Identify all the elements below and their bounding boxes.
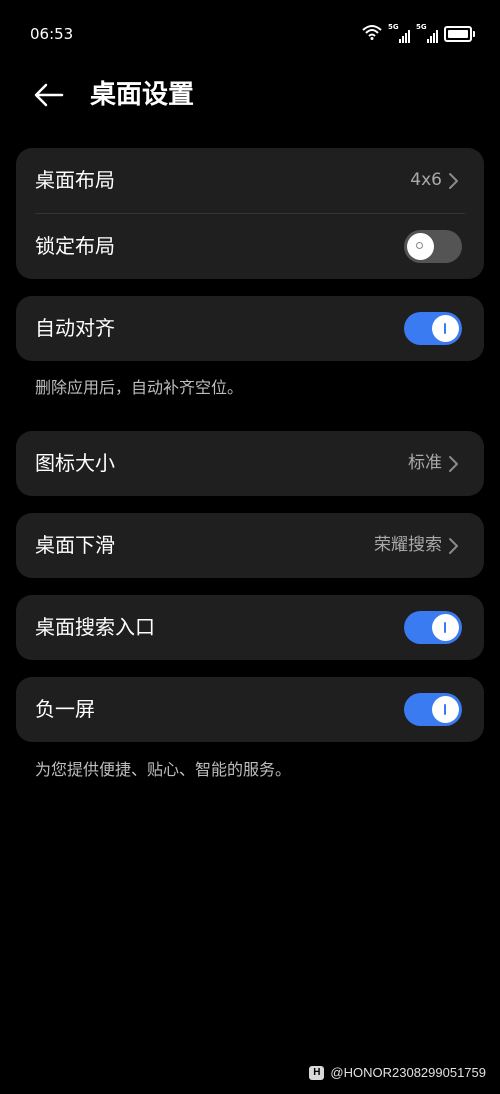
search-entry-row: 桌面搜索入口 <box>16 595 484 660</box>
lock-layout-label: 锁定布局 <box>35 234 115 258</box>
swipe-down-value: 荣耀搜索 <box>374 535 442 555</box>
watermark: H @HONOR2308299051759 <box>309 1065 486 1080</box>
desktop-layout-value: 4x6 <box>410 170 442 190</box>
chevron-right-icon <box>446 455 460 473</box>
icon-size-card: 图标大小 标准 <box>16 431 484 496</box>
sim2-tag: 5G <box>416 23 427 31</box>
auto-align-note: 删除应用后，自动补齐空位。 <box>35 378 244 397</box>
swipe-down-row[interactable]: 桌面下滑 荣耀搜索 <box>16 513 484 578</box>
status-icons: 5G 5G <box>362 23 475 44</box>
chevron-right-icon <box>446 172 460 190</box>
auto-align-card: 自动对齐 <box>16 296 484 361</box>
battery-icon <box>444 26 475 42</box>
icon-size-label: 图标大小 <box>35 451 115 475</box>
chevron-right-icon <box>446 537 460 555</box>
arrow-left-icon[interactable] <box>32 78 66 112</box>
lock-layout-toggle[interactable] <box>404 230 462 263</box>
sim1-tag: 5G <box>388 23 399 31</box>
minus-one-screen-card: 负一屏 <box>16 677 484 742</box>
auto-align-toggle[interactable] <box>404 312 462 345</box>
status-time: 06:53 <box>30 25 74 43</box>
layout-card: 桌面布局 4x6 锁定布局 <box>16 148 484 279</box>
swipe-down-card: 桌面下滑 荣耀搜索 <box>16 513 484 578</box>
page-title: 桌面设置 <box>90 80 195 110</box>
auto-align-label: 自动对齐 <box>35 316 115 340</box>
auto-align-row: 自动对齐 <box>16 296 484 361</box>
watermark-text: @HONOR2308299051759 <box>330 1065 486 1080</box>
page-header: 桌面设置 <box>0 68 500 124</box>
icon-size-value: 标准 <box>408 453 442 473</box>
search-entry-toggle[interactable] <box>404 611 462 644</box>
search-entry-card: 桌面搜索入口 <box>16 595 484 660</box>
minus-one-screen-toggle[interactable] <box>404 693 462 726</box>
status-bar: 06:53 5G 5G <box>0 0 500 68</box>
desktop-layout-row[interactable]: 桌面布局 4x6 <box>16 148 484 214</box>
honor-logo-icon: H <box>309 1065 325 1080</box>
icon-size-row[interactable]: 图标大小 标准 <box>16 431 484 496</box>
minus-one-screen-label: 负一屏 <box>35 697 95 721</box>
signal-icon: 5G <box>388 23 410 43</box>
swipe-down-label: 桌面下滑 <box>35 533 115 557</box>
wifi-icon <box>362 24 382 44</box>
lock-layout-row: 锁定布局 <box>16 214 484 279</box>
desktop-layout-label: 桌面布局 <box>35 168 115 192</box>
signal-icon: 5G <box>416 23 438 43</box>
minus-one-screen-row: 负一屏 <box>16 677 484 742</box>
minus-one-screen-note: 为您提供便捷、贴心、智能的服务。 <box>35 760 292 779</box>
search-entry-label: 桌面搜索入口 <box>35 615 155 639</box>
